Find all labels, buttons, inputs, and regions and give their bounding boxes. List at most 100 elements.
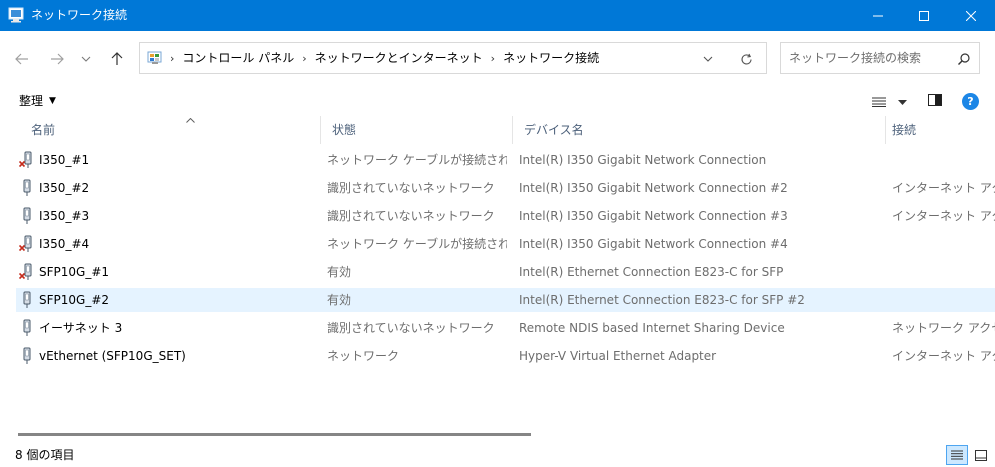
- arrow-left-icon: [15, 53, 28, 65]
- horizontal-scrollbar[interactable]: [18, 433, 531, 436]
- row-name: I350_#3: [39, 209, 90, 223]
- address-history-dropdown[interactable]: [698, 51, 718, 67]
- row-device: Intel(R) I350 Gigabit Network Connection…: [519, 181, 788, 195]
- column-name[interactable]: 名前: [20, 116, 321, 144]
- search-icon[interactable]: [957, 52, 971, 66]
- row-device: Hyper-V Virtual Ethernet Adapter: [519, 349, 717, 363]
- breadcrumb-network-internet[interactable]: ネットワークとインターネット: [315, 51, 483, 66]
- row-device: Intel(R) Ethernet Connection E823-C for …: [519, 265, 784, 279]
- network-connections-icon: [8, 7, 24, 23]
- row-connectivity: ネットワーク アクセスなし: [892, 321, 995, 335]
- row-name: vEthernet (SFP10G_SET): [39, 349, 186, 363]
- up-button[interactable]: [105, 47, 129, 71]
- table-row[interactable]: I350_#3 識別されていないネットワーク Intel(R) I350 Gig…: [16, 204, 995, 228]
- column-name-label: 名前: [31, 123, 56, 137]
- column-connectivity[interactable]: 接続: [886, 116, 995, 144]
- row-device: Intel(R) I350 Gigabit Network Connection: [519, 153, 767, 167]
- breadcrumb-control-panel[interactable]: コントロール パネル: [182, 51, 294, 66]
- row-status: ネットワーク ケーブルが接続されてい...: [327, 153, 507, 167]
- table-row[interactable]: イーサネット 3 識別されていないネットワーク Remote NDIS base…: [16, 316, 995, 340]
- row-name: I350_#4: [39, 237, 90, 251]
- arrow-right-icon: [51, 53, 64, 65]
- organize-label: 整理: [19, 94, 44, 108]
- row-status: ネットワーク ケーブルが接続されてい...: [327, 237, 507, 251]
- network-adapter-icon: [23, 179, 31, 196]
- column-device[interactable]: デバイス名: [513, 116, 886, 144]
- table-row-selected[interactable]: SFP10G_#2 有効 Intel(R) Ethernet Connectio…: [16, 288, 995, 312]
- network-adapter-icon: [23, 207, 31, 224]
- large-icons-view-button[interactable]: [970, 445, 992, 465]
- details-view-button[interactable]: [946, 445, 968, 465]
- row-status: 有効: [327, 265, 352, 279]
- breadcrumb-separator[interactable]: ›: [302, 51, 306, 66]
- column-status-label: 状態: [332, 123, 357, 137]
- item-count: 8 個の項目: [15, 448, 75, 462]
- breadcrumb-separator[interactable]: ›: [170, 51, 174, 66]
- column-header: 名前 状態 デバイス名 接続: [0, 116, 995, 144]
- close-button[interactable]: [948, 0, 994, 31]
- network-adapter-disconnected-icon: [19, 263, 32, 280]
- chevron-down-icon: [898, 99, 907, 105]
- forward-button[interactable]: [45, 47, 69, 71]
- table-row[interactable]: I350_#4 ネットワーク ケーブルが接続されてい... Intel(R) I…: [16, 232, 995, 256]
- refresh-icon: [740, 53, 752, 65]
- row-name: I350_#1: [39, 153, 90, 167]
- change-view-button[interactable]: [872, 94, 908, 110]
- row-status: 識別されていないネットワーク: [327, 321, 495, 335]
- network-adapter-disconnected-icon: [19, 235, 32, 252]
- maximize-button[interactable]: [901, 0, 947, 31]
- command-bar: 整理 ▼ ?: [0, 86, 995, 116]
- details-view-icon: [951, 450, 963, 460]
- back-button[interactable]: [10, 47, 34, 71]
- row-status: ネットワーク: [327, 349, 400, 363]
- table-row[interactable]: I350_#2 識別されていないネットワーク Intel(R) I350 Gig…: [16, 176, 995, 200]
- address-bar[interactable]: › コントロール パネル › ネットワークとインターネット › ネットワーク接続: [139, 42, 767, 74]
- network-adapter-disconnected-icon: [19, 151, 32, 168]
- row-name: I350_#2: [39, 181, 90, 195]
- organize-button[interactable]: 整理 ▼: [19, 94, 56, 109]
- connection-list: I350_#1 ネットワーク ケーブルが接続されてい... Intel(R) I…: [0, 146, 995, 426]
- status-bar: 8 個の項目: [0, 442, 995, 467]
- chevron-down-icon: [81, 56, 91, 62]
- row-connectivity: インターネット アクセスなし: [892, 181, 995, 195]
- preview-pane-icon[interactable]: [928, 94, 942, 106]
- help-button[interactable]: ?: [962, 93, 979, 110]
- sort-ascending-icon: [186, 116, 195, 126]
- refresh-button[interactable]: [736, 50, 756, 68]
- row-status: 識別されていないネットワーク: [327, 209, 495, 223]
- close-icon: [966, 10, 976, 21]
- arrow-up-icon: [111, 52, 123, 65]
- table-row[interactable]: SFP10G_#1 有効 Intel(R) Ethernet Connectio…: [16, 260, 995, 284]
- table-row[interactable]: vEthernet (SFP10G_SET) ネットワーク Hyper-V Vi…: [16, 344, 995, 368]
- title-bar[interactable]: ネットワーク接続: [0, 0, 995, 31]
- search-box[interactable]: [780, 42, 980, 74]
- control-panel-icon: [147, 51, 162, 64]
- maximize-icon: [919, 10, 929, 21]
- breadcrumb-separator[interactable]: ›: [491, 51, 495, 66]
- organize-caret-icon: ▼: [49, 96, 56, 106]
- chevron-down-icon: [703, 56, 713, 62]
- column-connectivity-label: 接続: [892, 123, 917, 137]
- minimize-button[interactable]: [855, 0, 901, 31]
- breadcrumb: › コントロール パネル › ネットワークとインターネット › ネットワーク接続: [170, 51, 599, 66]
- row-device: Intel(R) I350 Gigabit Network Connection…: [519, 209, 788, 223]
- row-device: Intel(R) I350 Gigabit Network Connection…: [519, 237, 788, 251]
- row-status: 識別されていないネットワーク: [327, 181, 495, 195]
- window-title: ネットワーク接続: [31, 8, 128, 22]
- row-name: イーサネット 3: [39, 321, 123, 335]
- recent-locations-button[interactable]: [76, 47, 96, 71]
- search-input[interactable]: [789, 50, 949, 66]
- row-name: SFP10G_#2: [39, 293, 110, 307]
- breadcrumb-network-connections[interactable]: ネットワーク接続: [503, 51, 599, 66]
- row-connectivity: インターネット アクセスなし: [892, 209, 995, 223]
- column-status[interactable]: 状態: [321, 116, 513, 144]
- table-row[interactable]: I350_#1 ネットワーク ケーブルが接続されてい... Intel(R) I…: [16, 148, 995, 172]
- row-name: SFP10G_#1: [39, 265, 110, 279]
- row-connectivity: インターネット アクセスなし: [892, 349, 995, 363]
- row-device: Intel(R) Ethernet Connection E823-C for …: [519, 293, 805, 307]
- view-options-icon: [872, 97, 886, 107]
- large-icons-view-icon: [975, 449, 987, 461]
- network-adapter-icon: [23, 347, 31, 364]
- network-adapter-icon: [23, 319, 31, 336]
- minimize-icon: [873, 15, 883, 16]
